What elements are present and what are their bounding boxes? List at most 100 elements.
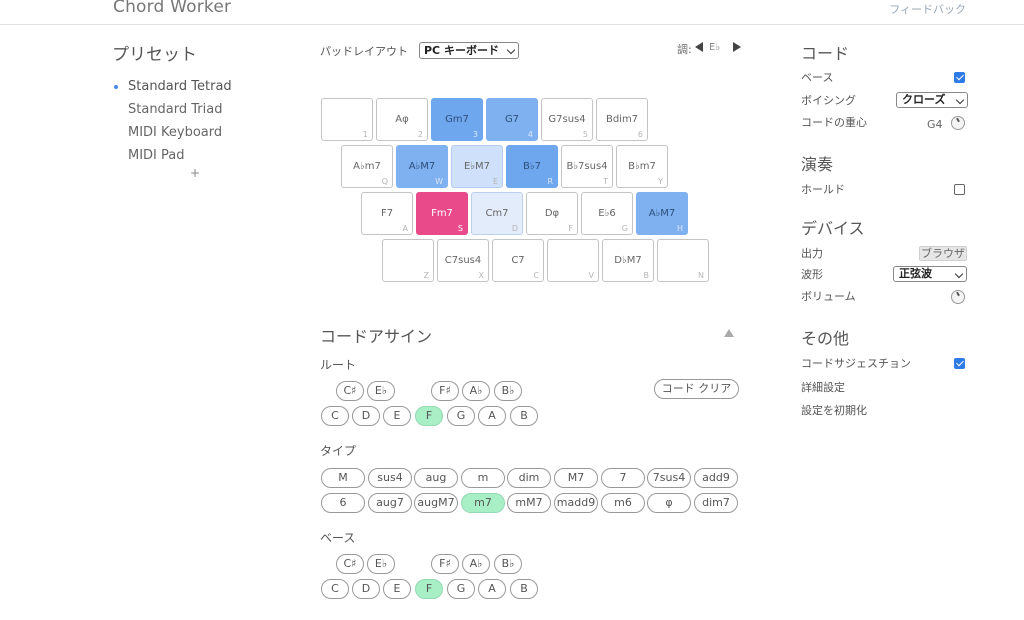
chord-pad[interactable]: B♭7 R: [506, 145, 558, 188]
chord-clear-button[interactable]: コード クリア: [654, 379, 739, 399]
pad-chord-label: G7sus4: [548, 114, 586, 125]
chord-pad[interactable]: B♭m7 Y: [616, 145, 668, 188]
chord-type-chip[interactable]: m6: [601, 493, 645, 513]
pad-chord-label: B♭7: [523, 161, 541, 172]
root-note-chip[interactable]: E: [383, 406, 411, 426]
chord-type-chip[interactable]: 7sus4: [647, 468, 691, 488]
bass-note-chip[interactable]: C: [321, 579, 349, 599]
root-note-chip[interactable]: D: [352, 406, 380, 426]
output-browser-button[interactable]: ブラウザ: [919, 246, 967, 261]
chord-type-chip[interactable]: m7: [461, 493, 505, 513]
volume-knob[interactable]: [951, 290, 965, 304]
add-preset-button[interactable]: +: [190, 166, 200, 180]
chord-pad[interactable]: Bdim7 6: [596, 98, 648, 141]
advanced-settings-link[interactable]: 詳細設定: [801, 379, 845, 395]
chord-type-chip[interactable]: φ: [647, 493, 691, 513]
preset-item[interactable]: Standard Triad: [112, 98, 282, 121]
chord-center-knob[interactable]: [951, 116, 965, 130]
root-note-chip[interactable]: A: [478, 406, 506, 426]
bass-accidental-chip[interactable]: E♭: [367, 554, 395, 574]
chord-pad[interactable]: B♭7sus4 T: [561, 145, 613, 188]
chord-pad[interactable]: A♭m7 Q: [341, 145, 393, 188]
chord-pad[interactable]: Cm7 D: [471, 192, 523, 235]
key-prev-icon[interactable]: [695, 42, 703, 52]
suggest-label: コードサジェスチョン: [801, 357, 911, 370]
chord-pad[interactable]: A♭M7 W: [396, 145, 448, 188]
chord-type-chip[interactable]: M: [321, 468, 365, 488]
key-next-icon[interactable]: [733, 42, 741, 52]
pad-key-label: G: [621, 224, 628, 233]
root-accidental-chip[interactable]: A♭: [462, 381, 490, 401]
root-note-chip[interactable]: B: [510, 406, 538, 426]
root-accidental-chip[interactable]: F♯: [431, 381, 459, 401]
chord-type-chip[interactable]: 6: [321, 493, 365, 513]
preset-item[interactable]: Standard Tetrad: [112, 75, 282, 98]
pad-layout-select[interactable]: PC キーボード: [419, 42, 519, 59]
chord-type-chip[interactable]: augM7: [414, 493, 458, 513]
chord-type-chip[interactable]: dim7: [694, 493, 738, 513]
chord-type-chip[interactable]: dim: [507, 468, 551, 488]
chord-pad[interactable]: Aφ 2: [376, 98, 428, 141]
chord-pad[interactable]: Z: [382, 239, 434, 282]
chord-pad[interactable]: 1: [321, 98, 373, 141]
play-section-title: 演奏: [801, 155, 834, 174]
voicing-select[interactable]: クローズ: [896, 92, 968, 108]
pad-key-label: 4: [527, 130, 533, 139]
preset-item[interactable]: MIDI Pad: [112, 144, 282, 167]
pad-key-label: 6: [637, 130, 643, 139]
chord-pad[interactable]: G7sus4 5: [541, 98, 593, 141]
chord-pad[interactable]: E♭6 G: [581, 192, 633, 235]
chord-type-chip[interactable]: m: [461, 468, 505, 488]
collapse-icon[interactable]: [724, 329, 734, 337]
pad-key-label: H: [676, 224, 683, 233]
preset-title: プリセット: [112, 45, 197, 65]
bass-accidental-chip[interactable]: A♭: [462, 554, 490, 574]
chord-pad[interactable]: Dφ F: [526, 192, 578, 235]
bass-note-chip[interactable]: B: [510, 579, 538, 599]
chord-type-chip[interactable]: add9: [694, 468, 738, 488]
bass-accidental-chip[interactable]: F♯: [431, 554, 459, 574]
chord-type-chip[interactable]: aug7: [368, 493, 412, 513]
pad-key-label: 2: [417, 130, 423, 139]
root-accidental-chip[interactable]: B♭: [494, 381, 522, 401]
chevron-down-icon: [506, 45, 516, 55]
chord-type-chip[interactable]: 7: [601, 468, 645, 488]
root-note-chip[interactable]: C: [321, 406, 349, 426]
pad-key-label: 5: [582, 130, 588, 139]
bass-note-chip[interactable]: F: [415, 579, 443, 599]
preset-item[interactable]: MIDI Keyboard: [112, 121, 282, 144]
bass-note-chip[interactable]: E: [383, 579, 411, 599]
bass-note-chip[interactable]: A: [478, 579, 506, 599]
chord-pad[interactable]: G7 4: [486, 98, 538, 141]
chord-pad[interactable]: Fm7 S: [416, 192, 468, 235]
chord-pad[interactable]: V: [547, 239, 599, 282]
suggest-checkbox[interactable]: [954, 358, 965, 369]
bass-checkbox[interactable]: [954, 72, 965, 83]
chord-type-chip[interactable]: mM7: [507, 493, 551, 513]
chord-type-chip[interactable]: madd9: [554, 493, 598, 513]
chord-pad[interactable]: C7sus4 X: [437, 239, 489, 282]
chord-type-chip[interactable]: M7: [554, 468, 598, 488]
chord-pad[interactable]: A♭M7 H: [636, 192, 688, 235]
chord-type-chip[interactable]: sus4: [368, 468, 412, 488]
feedback-link[interactable]: フィードバック: [889, 1, 966, 17]
chord-pad[interactable]: Gm7 3: [431, 98, 483, 141]
bass-accidental-chip[interactable]: B♭: [494, 554, 522, 574]
chord-pad[interactable]: E♭M7 E: [451, 145, 503, 188]
root-accidental-chip[interactable]: C♯: [336, 381, 364, 401]
reset-settings-link[interactable]: 設定を初期化: [801, 402, 867, 418]
root-note-chip[interactable]: G: [447, 406, 475, 426]
bass-note-chip[interactable]: G: [447, 579, 475, 599]
hold-checkbox[interactable]: [954, 184, 965, 195]
root-note-chip[interactable]: F: [415, 406, 443, 426]
chord-pad[interactable]: N: [657, 239, 709, 282]
waveform-select[interactable]: 正弦波: [893, 266, 967, 282]
chord-pad[interactable]: D♭M7 B: [602, 239, 654, 282]
bass-note-chip[interactable]: D: [352, 579, 380, 599]
chord-pad[interactable]: F7 A: [361, 192, 413, 235]
chord-pad[interactable]: C7 C: [492, 239, 544, 282]
chord-type-chip[interactable]: aug: [414, 468, 458, 488]
root-accidental-chip[interactable]: E♭: [367, 381, 395, 401]
pad-chord-label: Dφ: [544, 208, 560, 219]
bass-accidental-chip[interactable]: C♯: [336, 554, 364, 574]
